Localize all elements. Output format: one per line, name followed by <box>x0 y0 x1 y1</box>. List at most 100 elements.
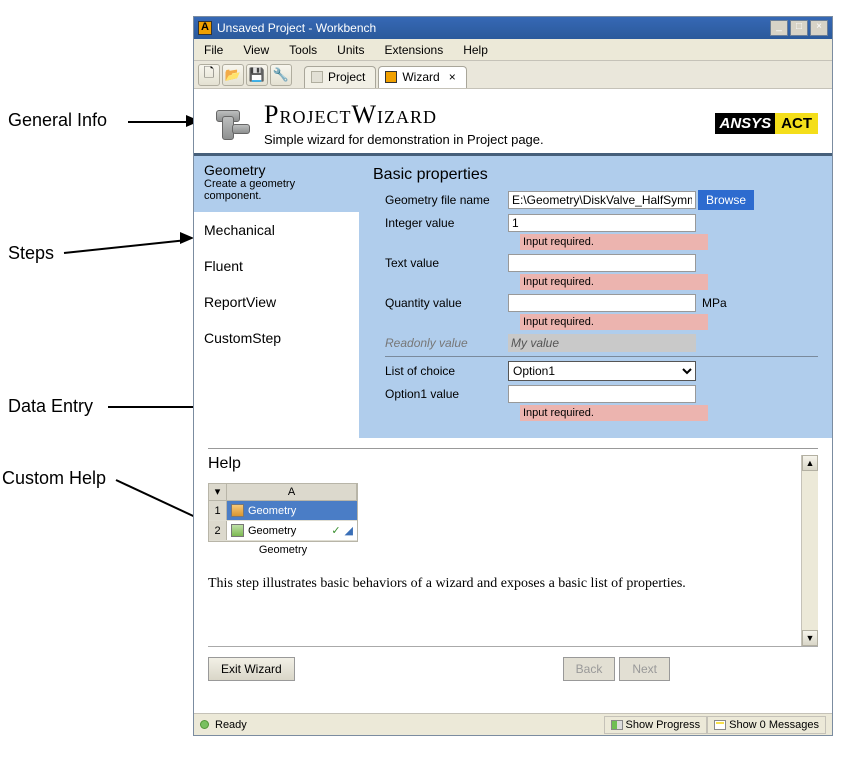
help-mini-table: ▾ A 1 Geometry 2 Geometry✓◢ <box>208 483 358 542</box>
tab-close-icon[interactable]: × <box>449 70 456 84</box>
step-reportview[interactable]: ReportView <box>194 284 359 320</box>
footer: Exit Wizard Back Next <box>208 646 818 691</box>
step-customstep[interactable]: CustomStep <box>194 320 359 356</box>
row-index: 1 <box>209 501 227 520</box>
anno-custom-help: Custom Help <box>2 468 106 489</box>
close-button[interactable]: × <box>810 20 828 36</box>
content-area: ProjectWizard Simple wizard for demonstr… <box>194 89 832 713</box>
step-mechanical[interactable]: Mechanical <box>194 212 359 248</box>
save-button[interactable]: 💾 <box>246 64 268 86</box>
choice-select[interactable]: Option1 <box>508 361 696 381</box>
table-col-a: A <box>227 484 357 500</box>
menu-units[interactable]: Units <box>333 41 368 59</box>
status-indicator-icon <box>200 720 209 729</box>
quantity-error: Input required. <box>520 314 708 330</box>
table-row[interactable]: 2 Geometry✓◢ <box>209 521 357 541</box>
maximize-button[interactable]: □ <box>790 20 808 36</box>
choice-label: List of choice <box>373 364 508 378</box>
tab-project[interactable]: Project <box>304 66 376 88</box>
menu-tools[interactable]: Tools <box>285 41 321 59</box>
step-fluent[interactable]: Fluent <box>194 248 359 284</box>
logo-act: ACT <box>775 113 818 134</box>
dropdown-icon[interactable]: ◢ <box>345 524 353 537</box>
properties-form: Basic properties Geometry file name Brow… <box>359 156 832 438</box>
anno-data-entry: Data Entry <box>8 396 93 417</box>
quantity-value-input[interactable] <box>508 294 696 312</box>
menubar: File View Tools Units Extensions Help <box>194 39 832 61</box>
tabstrip: Project Wizard × <box>304 62 469 88</box>
scroll-up-icon[interactable]: ▲ <box>802 455 818 471</box>
menu-extensions[interactable]: Extensions <box>381 41 448 59</box>
project-icon <box>311 71 323 83</box>
next-button[interactable]: Next <box>619 657 670 681</box>
tab-wizard[interactable]: Wizard × <box>378 66 466 88</box>
wizard-icon <box>385 71 397 83</box>
readonly-value: My value <box>508 334 696 352</box>
option1-error: Input required. <box>520 405 708 421</box>
form-title: Basic properties <box>373 166 818 184</box>
check-icon: ✓ <box>331 524 340 537</box>
ansys-act-logo: ANSYSACT <box>715 112 818 136</box>
row-label: Geometry <box>248 505 296 517</box>
option1-value-input[interactable] <box>508 385 696 403</box>
tool-button[interactable]: 🔧 <box>270 64 292 86</box>
app-window: Unsaved Project - Workbench _ □ × File V… <box>193 16 833 736</box>
menu-help[interactable]: Help <box>459 41 492 59</box>
menu-view[interactable]: View <box>239 41 273 59</box>
minimize-button[interactable]: _ <box>770 20 788 36</box>
show-progress-label: Show Progress <box>626 719 701 731</box>
page-title: ProjectWizard <box>264 100 544 130</box>
integer-value-label: Integer value <box>373 216 508 230</box>
messages-icon <box>714 720 726 730</box>
separator <box>385 356 818 357</box>
integer-value-input[interactable] <box>508 214 696 232</box>
toolbar: 🗋 📂 💾 🔧 Project Wizard × <box>194 61 832 89</box>
main-row: Geometry Create a geometry component. Me… <box>194 156 832 438</box>
table-caption: Geometry <box>208 544 358 556</box>
help-section: Help ▾ A 1 Geometry 2 Geometry✓◢ Geometr… <box>208 448 818 646</box>
exit-wizard-button[interactable]: Exit Wizard <box>208 657 295 681</box>
browse-button[interactable]: Browse <box>698 190 754 210</box>
step-geometry[interactable]: Geometry Create a geometry component. <box>194 156 359 212</box>
show-progress-button[interactable]: Show Progress <box>604 716 708 734</box>
header-text: ProjectWizard Simple wizard for demonstr… <box>264 100 544 147</box>
steps-panel: Geometry Create a geometry component. Me… <box>194 156 359 438</box>
step-geometry-name: Geometry <box>204 162 349 178</box>
scroll-track[interactable] <box>802 471 818 630</box>
anno-steps: Steps <box>8 243 54 264</box>
geometry-file-label: Geometry file name <box>373 193 508 207</box>
quantity-value-label: Quantity value <box>373 296 508 310</box>
page-subtitle: Simple wizard for demonstration in Proje… <box>264 132 544 147</box>
logo-ansys: ANSYS <box>715 113 775 134</box>
help-scrollbar[interactable]: ▲ ▼ <box>801 455 818 646</box>
window-title: Unsaved Project - Workbench <box>217 21 376 35</box>
geometry-cell-icon <box>231 524 244 537</box>
titlebar: Unsaved Project - Workbench _ □ × <box>194 17 832 39</box>
new-button[interactable]: 🗋 <box>198 64 220 86</box>
show-messages-button[interactable]: Show 0 Messages <box>707 716 826 734</box>
arrow-line <box>64 240 182 254</box>
tab-wizard-label: Wizard <box>402 70 439 84</box>
help-title: Help <box>208 455 818 473</box>
show-messages-label: Show 0 Messages <box>729 719 819 731</box>
tab-project-label: Project <box>328 70 365 84</box>
text-value-label: Text value <box>373 256 508 270</box>
table-row[interactable]: 1 Geometry <box>209 501 357 521</box>
arrow-line <box>128 121 188 123</box>
quantity-unit: MPa <box>702 296 727 310</box>
open-button[interactable]: 📂 <box>222 64 244 86</box>
scroll-down-icon[interactable]: ▼ <box>802 630 818 646</box>
window-buttons: _ □ × <box>768 20 828 36</box>
pipe-icon <box>208 106 254 142</box>
app-icon <box>198 21 212 35</box>
anno-general-info: General Info <box>8 110 107 131</box>
table-corner[interactable]: ▾ <box>209 484 227 500</box>
option1-value-label: Option1 value <box>373 387 508 401</box>
wizard-header: ProjectWizard Simple wizard for demonstr… <box>194 90 832 156</box>
back-button[interactable]: Back <box>563 657 616 681</box>
step-geometry-desc: Create a geometry component. <box>204 178 349 202</box>
arrow-head <box>180 232 194 244</box>
menu-file[interactable]: File <box>200 41 227 59</box>
text-value-input[interactable] <box>508 254 696 272</box>
geometry-file-input[interactable] <box>508 191 696 209</box>
